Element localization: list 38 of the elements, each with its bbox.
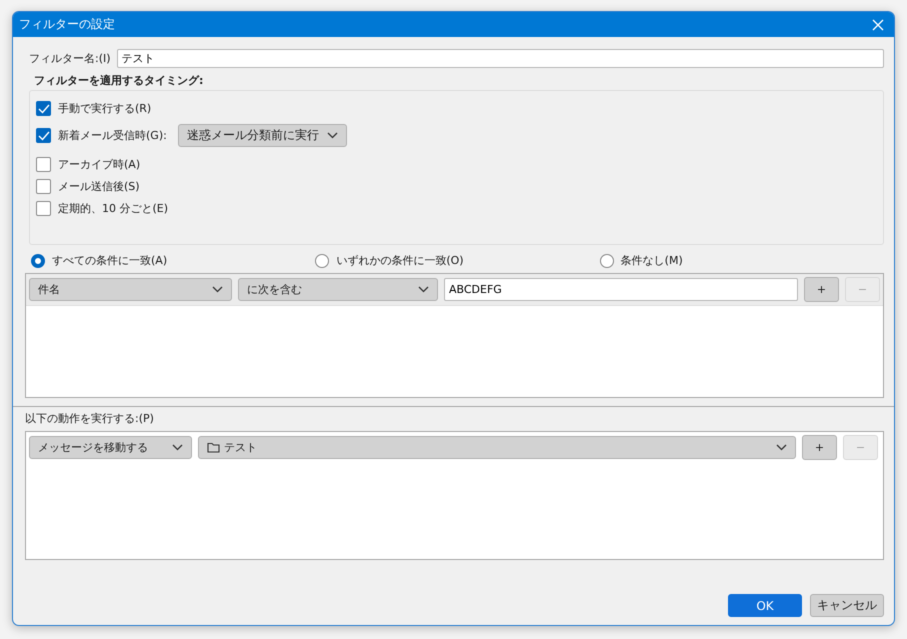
close-icon[interactable] bbox=[872, 18, 884, 30]
checkbox-label: 新着メール受信時(G): bbox=[58, 128, 167, 143]
checkbox[interactable] bbox=[36, 201, 51, 216]
checkbox[interactable] bbox=[36, 157, 51, 172]
chevron-down-icon bbox=[326, 132, 338, 139]
chevron-down-icon bbox=[418, 286, 429, 293]
cancel-button[interactable]: キャンセル bbox=[810, 594, 884, 617]
radio-label: いずれかの条件に一致(O) bbox=[336, 253, 464, 268]
value-field[interactable]: ABCDEFG bbox=[444, 278, 798, 301]
checkbox-label: アーカイブ時(A) bbox=[58, 157, 140, 172]
chevron-down-icon bbox=[212, 286, 223, 293]
checkbox-label: 手動で実行する(R) bbox=[58, 101, 152, 116]
action-dropdown[interactable]: メッセージを移動する bbox=[29, 436, 192, 459]
section-label: 以下の動作を実行する:(P) bbox=[25, 411, 155, 426]
radio-label: 条件なし(M) bbox=[620, 253, 683, 268]
timing-dropdown[interactable]: 迷惑メール分類前に実行 bbox=[178, 124, 347, 147]
radio-button[interactable] bbox=[315, 254, 330, 268]
checkbox[interactable] bbox=[36, 101, 51, 116]
group-title: フィルターを適用するタイミング: bbox=[34, 73, 204, 88]
add-button[interactable]: + bbox=[802, 435, 837, 460]
folder-icon bbox=[207, 442, 220, 453]
ok-button[interactable]: OK bbox=[728, 594, 802, 617]
checkbox-label: メール送信後(S) bbox=[58, 179, 140, 194]
add-button[interactable]: + bbox=[804, 277, 839, 302]
field-dropdown[interactable]: 件名 bbox=[29, 278, 232, 301]
checkbox-label: 定期的、10 分ごと(E) bbox=[58, 201, 168, 216]
chevron-down-icon bbox=[172, 444, 183, 451]
radio-button[interactable] bbox=[600, 254, 614, 268]
chevron-down-icon bbox=[776, 444, 787, 451]
checkbox[interactable] bbox=[36, 128, 51, 143]
filter-name-label: フィルター名:(I) bbox=[29, 51, 111, 66]
radio-button[interactable] bbox=[31, 254, 45, 268]
checkbox[interactable] bbox=[36, 179, 51, 194]
radio-label: すべての条件に一致(A) bbox=[52, 253, 168, 268]
window-title: フィルターの設定 bbox=[19, 16, 115, 33]
folder-dropdown[interactable]: テスト bbox=[198, 436, 796, 459]
operator-dropdown[interactable]: に次を含む bbox=[238, 278, 438, 301]
filter-name-field[interactable]: テスト bbox=[116, 49, 884, 68]
